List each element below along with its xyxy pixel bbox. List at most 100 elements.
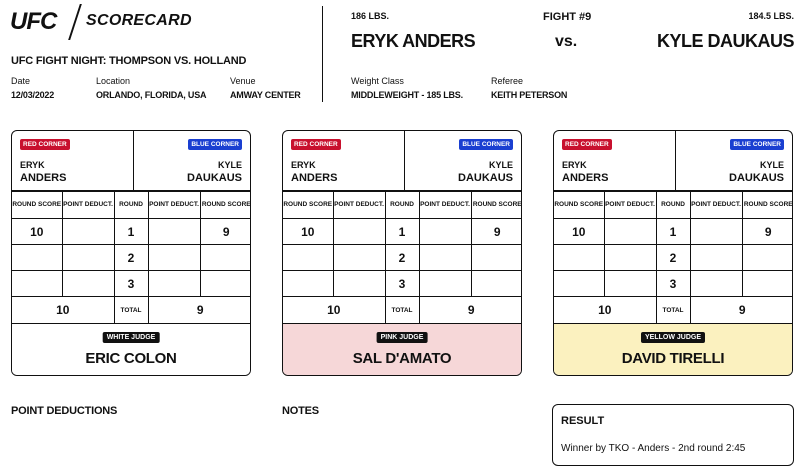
red-round-score: [12, 244, 63, 271]
judge-name: SAL D'AMATO: [352, 350, 452, 367]
red-point-deduct: [61, 270, 115, 297]
blue-corner-badge: BLUE CORNER: [730, 139, 784, 150]
round-number: 2: [384, 244, 420, 271]
blue-round-score-header: ROUND SCORE: [470, 191, 521, 219]
blue-first-name: KYLE: [759, 160, 784, 170]
round-row: 10 1 9: [554, 218, 792, 245]
blue-point-deduct: [689, 244, 743, 271]
total-label: TOTAL: [384, 296, 420, 324]
date-label: Date: [11, 76, 31, 86]
round-row: 3: [554, 270, 792, 297]
round-row: 10 1 9: [283, 218, 521, 245]
red-total: 10: [12, 296, 115, 324]
blue-round-score: [199, 270, 250, 297]
referee-value: KEITH PETERSON: [491, 90, 568, 100]
blue-round-score-header: ROUND SCORE: [199, 191, 250, 219]
red-last-name: ANDERS: [20, 172, 67, 184]
score-table: ROUND SCORE POINT DEDUCT. ROUND POINT DE…: [554, 191, 792, 324]
round-number: 2: [113, 244, 149, 271]
red-point-deduct: [332, 218, 386, 245]
judge-name: DAVID TIRELLI: [621, 350, 725, 367]
judge-badge: YELLOW JUDGE: [640, 332, 706, 343]
red-point-deduct-header: POINT DEDUCT.: [603, 191, 657, 219]
red-round-score-header: ROUND SCORE: [554, 191, 605, 219]
blue-total: 9: [689, 296, 792, 324]
blue-point-deduct: [689, 218, 743, 245]
blue-round-score: [741, 244, 792, 271]
point-deductions-label: POINT DEDUCTIONS: [11, 405, 118, 417]
blue-last-name: DAUKAUS: [458, 172, 513, 184]
red-point-deduct: [603, 244, 657, 271]
logo-divider: [68, 4, 82, 40]
round-number: 1: [113, 218, 149, 245]
score-table-header: ROUND SCORE POINT DEDUCT. ROUND POINT DE…: [283, 191, 521, 219]
red-point-deduct: [603, 270, 657, 297]
blue-total: 9: [418, 296, 521, 324]
blue-point-deduct-header: POINT DEDUCT.: [147, 191, 201, 219]
blue-round-score: 9: [470, 218, 521, 245]
round-number: 3: [384, 270, 420, 297]
red-point-deduct: [61, 244, 115, 271]
red-last-name: ANDERS: [562, 172, 609, 184]
corner-divider: [404, 131, 405, 191]
red-corner-badge: RED CORNER: [291, 139, 341, 150]
red-point-deduct: [603, 218, 657, 245]
date-value: 12/03/2022: [11, 90, 55, 100]
blue-corner-badge: BLUE CORNER: [188, 139, 242, 150]
referee-label: Referee: [491, 76, 524, 86]
blue-round-score-header: ROUND SCORE: [741, 191, 792, 219]
blue-corner-badge: BLUE CORNER: [459, 139, 513, 150]
blue-point-deduct: [147, 218, 201, 245]
judge-name: ERIC COLON: [85, 350, 177, 367]
judge-footer: YELLOW JUDGE DAVID TIRELLI: [554, 323, 792, 375]
blue-first-name: KYLE: [217, 160, 242, 170]
round-row: 10 1 9: [12, 218, 250, 245]
result-box: RESULT Winner by TKO - Anders - 2nd roun…: [552, 404, 794, 466]
judge-footer: PINK JUDGE SAL D'AMATO: [283, 323, 521, 375]
blue-point-deduct: [689, 270, 743, 297]
round-number: 1: [384, 218, 420, 245]
blue-round-score: [470, 270, 521, 297]
page-title: SCORECARD: [86, 12, 192, 29]
red-round-score: 10: [12, 218, 63, 245]
blue-first-name: KYLE: [488, 160, 513, 170]
result-label: RESULT: [561, 415, 605, 427]
blue-point-deduct: [147, 270, 201, 297]
round-number: 3: [655, 270, 691, 297]
corner-divider: [675, 131, 676, 191]
blue-weight: 184.5 LBS.: [748, 11, 794, 21]
blue-point-deduct-header: POINT DEDUCT.: [418, 191, 472, 219]
red-round-score: [554, 244, 605, 271]
red-point-deduct-header: POINT DEDUCT.: [61, 191, 115, 219]
red-round-score: 10: [283, 218, 334, 245]
total-row: 10 TOTAL 9: [283, 296, 521, 324]
corner-header: RED CORNER BLUE CORNER ERYK ANDERS KYLE …: [554, 131, 792, 191]
round-row: 2: [554, 244, 792, 271]
blue-point-deduct: [418, 218, 472, 245]
round-number: 1: [655, 218, 691, 245]
round-header: ROUND: [113, 191, 149, 219]
red-first-name: ERYK: [562, 160, 587, 170]
ufc-logo: UFC: [10, 8, 57, 35]
red-round-score: [12, 270, 63, 297]
fight-number: FIGHT #9: [543, 11, 592, 23]
red-last-name: ANDERS: [291, 172, 338, 184]
red-round-score-header: ROUND SCORE: [283, 191, 334, 219]
round-row: 2: [12, 244, 250, 271]
red-corner-badge: RED CORNER: [20, 139, 70, 150]
red-point-deduct: [332, 270, 386, 297]
total-label: TOTAL: [113, 296, 149, 324]
blue-round-score: [741, 270, 792, 297]
judge-scorecard-3: RED CORNER BLUE CORNER ERYK ANDERS KYLE …: [553, 130, 793, 376]
round-number: 2: [655, 244, 691, 271]
blue-round-score: [199, 244, 250, 271]
round-number: 3: [113, 270, 149, 297]
round-header: ROUND: [384, 191, 420, 219]
header-divider: [322, 6, 323, 102]
weight-class-value: MIDDLEWEIGHT - 185 LBS.: [351, 90, 463, 100]
result-text: Winner by TKO - Anders - 2nd round 2:45: [561, 443, 746, 454]
red-first-name: ERYK: [20, 160, 45, 170]
blue-fighter-name: KYLE DAUKAUS: [656, 31, 795, 51]
blue-round-score: 9: [741, 218, 792, 245]
blue-point-deduct: [418, 244, 472, 271]
